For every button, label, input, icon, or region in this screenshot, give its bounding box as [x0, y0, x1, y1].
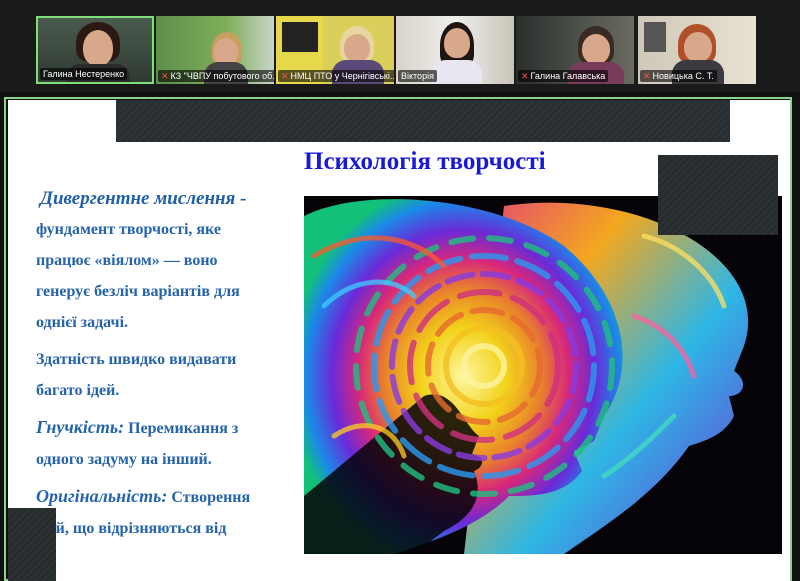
participant-tile[interactable]: ✕ НМЦ ПТО у Чернігівські... — [276, 16, 394, 84]
participant-name: ✕ Новицька С. Т. — [640, 70, 717, 82]
creative-heads-image — [304, 196, 782, 554]
avatar — [83, 30, 113, 66]
slide-line: Оригінальність: Створення — [36, 486, 251, 506]
slide-line: одного задуму на інший. — [36, 451, 212, 468]
overlay-box — [8, 508, 56, 581]
participant-tile[interactable]: ✕ Новицька С. Т. — [638, 16, 756, 84]
participant-name: ✕ КЗ "ЧВПУ побутового об... — [158, 70, 274, 82]
slide-line: генерує безліч варіантів для — [36, 283, 240, 300]
slide-line: Здатність швидко видавати — [36, 351, 237, 368]
mic-off-icon: ✕ — [643, 71, 651, 81]
mic-off-icon: ✕ — [521, 71, 529, 81]
participant-tile[interactable]: ✕ КЗ "ЧВПУ побутового об... — [156, 16, 274, 84]
orig-term: Оригінальність: — [36, 486, 168, 506]
overlay-box — [658, 155, 778, 235]
participant-name: ✕ Галина Галавська — [518, 70, 609, 82]
participant-name: Галина Нестеренко — [40, 68, 128, 80]
participant-strip: Галина Нестеренко ✕ КЗ "ЧВПУ побутового о… — [0, 0, 800, 92]
slide-heading: Дивергентне мислення - — [40, 188, 247, 209]
slide-line: працює «віялом» — воно — [36, 252, 218, 269]
slide-text: Дивергентне мислення - фундамент творчос… — [36, 188, 286, 544]
slide-line: ідей, що відрізняються від — [36, 520, 227, 537]
shared-screen-toolbar — [116, 100, 730, 142]
colorful-heads-illustration — [304, 196, 782, 554]
slide-line: фундамент творчості, яке — [36, 221, 221, 238]
participant-name: ✕ НМЦ ПТО у Чернігівські... — [278, 70, 394, 82]
mic-off-icon: ✕ — [281, 71, 289, 81]
slide-line: Гнучкість: Перемикання з — [36, 417, 239, 437]
participant-tile[interactable]: Галина Нестеренко — [36, 16, 154, 84]
slide-title: Психологія творчості — [304, 148, 546, 175]
participant-name: Вікторія — [398, 70, 437, 82]
participant-tile[interactable]: ✕ Галина Галавська — [516, 16, 634, 84]
slide-line: багато ідей. — [36, 382, 120, 399]
participant-tile[interactable]: Вікторія — [396, 16, 514, 84]
flex-term: Гнучкість: — [36, 417, 125, 437]
slide-line: однієї задачі. — [36, 314, 129, 331]
mic-off-icon: ✕ — [161, 71, 169, 81]
